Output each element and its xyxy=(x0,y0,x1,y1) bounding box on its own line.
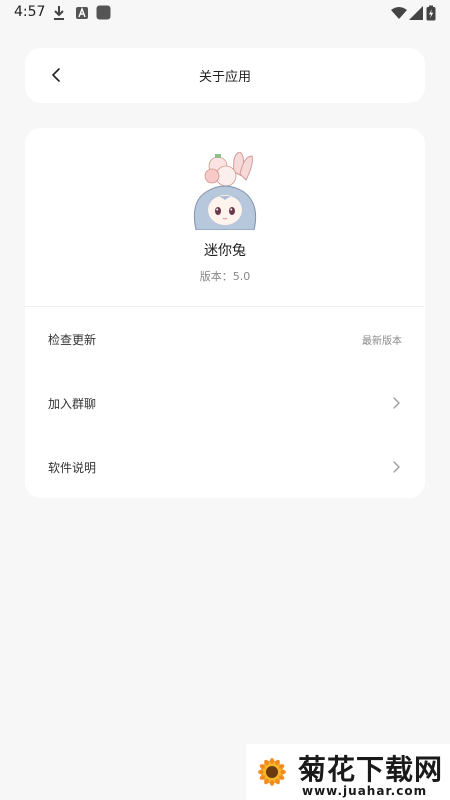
app-version: 版本：5.0 xyxy=(199,270,251,283)
join-group-row[interactable]: 加入群聊 xyxy=(25,378,425,430)
watermark-title: 菊花下载网 xyxy=(298,753,444,786)
row-label: 检查更新 xyxy=(48,333,97,347)
row-label: 加入群聊 xyxy=(48,397,97,411)
chevron-right-icon xyxy=(393,397,400,409)
download-icon xyxy=(52,5,66,25)
check-update-row[interactable]: 检查更新 最新版本 xyxy=(25,314,425,366)
row-label: 软件说明 xyxy=(48,461,97,475)
about-card: 迷你兔 版本：5.0 检查更新 最新版本 加入群聊 软件说明 xyxy=(25,128,425,498)
divider xyxy=(25,306,425,307)
wifi-icon xyxy=(391,5,407,24)
header-card: 关于应用 xyxy=(25,48,425,103)
software-info-row[interactable]: 软件说明 xyxy=(25,442,425,494)
watermark: 菊花下载网 www.juahar.com xyxy=(246,744,450,800)
battery-charging-icon xyxy=(426,5,436,25)
a-badge-icon xyxy=(75,5,89,24)
square-app-icon xyxy=(96,5,111,24)
signal-icon xyxy=(409,5,423,24)
app-name: 迷你兔 xyxy=(204,243,246,259)
flower-logo-icon xyxy=(258,758,286,786)
page-title: 关于应用 xyxy=(198,70,251,85)
chevron-right-icon xyxy=(393,461,400,473)
row-value: 最新版本 xyxy=(362,336,402,347)
watermark-url: www.juahar.com xyxy=(302,784,428,798)
app-avatar xyxy=(188,151,262,231)
status-time: 4:57 xyxy=(14,4,46,20)
status-bar: 4:57 xyxy=(0,0,450,26)
